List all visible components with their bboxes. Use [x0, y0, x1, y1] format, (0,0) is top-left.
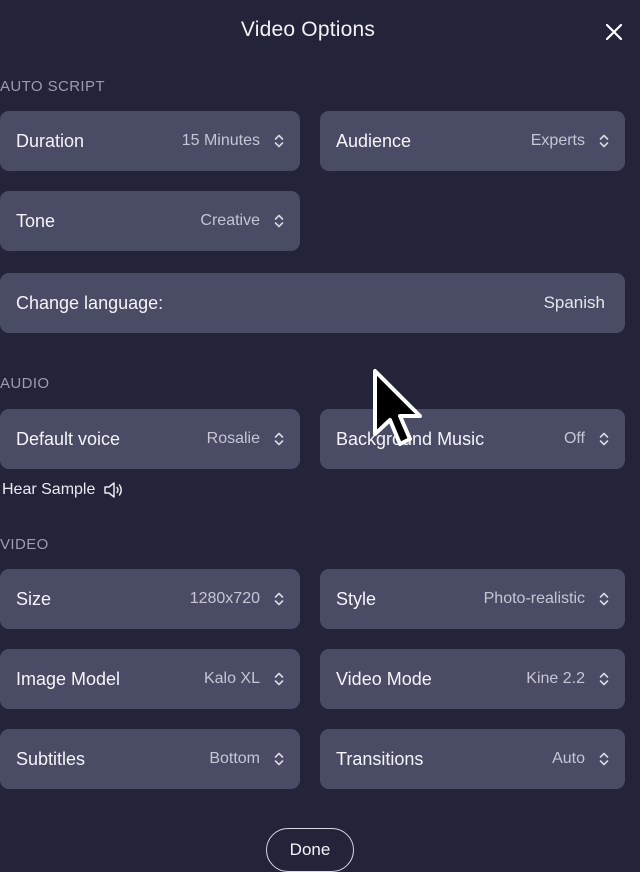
section-auto-script: AUTO SCRIPT	[0, 78, 105, 95]
transitions-select[interactable]: Transitions Auto	[320, 729, 625, 789]
tone-label: Tone	[16, 210, 56, 231]
background-music-value: Off	[563, 430, 585, 447]
video-mode-select[interactable]: Video Mode Kine 2.2	[320, 649, 625, 709]
size-select[interactable]: Size 1280x720	[0, 569, 300, 629]
background-music-select[interactable]: Background Music Off	[320, 409, 625, 469]
chevron-up-down-icon	[274, 432, 284, 446]
video-mode-value: Kine 2.2	[526, 670, 585, 687]
image-model-value: Kalo XL	[203, 670, 260, 687]
duration-label: Duration	[16, 130, 85, 151]
change-language-field[interactable]: Change language: Spanish	[0, 273, 625, 333]
subtitles-select[interactable]: Subtitles Bottom	[0, 729, 300, 789]
chevron-up-down-icon	[599, 752, 609, 766]
chevron-up-down-icon	[274, 134, 284, 148]
section-video: VIDEO	[0, 536, 49, 553]
chevron-up-down-icon	[274, 592, 284, 606]
done-button[interactable]: Done	[266, 828, 354, 872]
close-icon[interactable]	[602, 20, 626, 44]
dialog-title: Video Options	[240, 18, 376, 41]
audience-select[interactable]: Audience Experts	[320, 111, 625, 171]
mouse-pointer-icon	[373, 369, 422, 446]
audience-label: Audience	[336, 130, 412, 151]
speaker-icon	[104, 482, 123, 498]
style-select[interactable]: Style Photo-realistic	[320, 569, 625, 629]
style-value: Photo-realistic	[483, 590, 585, 607]
change-language-label: Change language:	[16, 292, 164, 313]
chevron-up-down-icon	[274, 672, 284, 686]
chevron-up-down-icon	[599, 592, 609, 606]
chevron-up-down-icon	[599, 432, 609, 446]
transitions-value: Auto	[552, 750, 585, 767]
size-label: Size	[16, 588, 52, 609]
default-voice-value: Rosalie	[206, 430, 260, 447]
chevron-up-down-icon	[599, 134, 609, 148]
subtitles-label: Subtitles	[16, 748, 86, 769]
style-label: Style	[336, 588, 377, 609]
hear-sample-link[interactable]: Hear Sample	[2, 480, 125, 500]
default-voice-select[interactable]: Default voice Rosalie	[0, 409, 300, 469]
chevron-up-down-icon	[599, 672, 609, 686]
hear-sample-label: Hear Sample	[2, 481, 96, 498]
audience-value: Experts	[530, 132, 585, 149]
image-model-label: Image Model	[16, 668, 121, 689]
transitions-label: Transitions	[336, 748, 424, 769]
video-mode-label: Video Mode	[336, 668, 432, 689]
tone-value: Creative	[200, 212, 260, 229]
default-voice-label: Default voice	[16, 428, 121, 449]
tone-select[interactable]: Tone Creative	[0, 191, 300, 251]
chevron-up-down-icon	[274, 214, 284, 228]
size-value: 1280x720	[189, 590, 260, 607]
section-audio: AUDIO	[0, 375, 50, 392]
language-value: Spanish	[543, 293, 605, 312]
subtitles-value: Bottom	[209, 750, 260, 767]
chevron-up-down-icon	[274, 752, 284, 766]
duration-value: 15 Minutes	[181, 132, 260, 149]
image-model-select[interactable]: Image Model Kalo XL	[0, 649, 300, 709]
duration-select[interactable]: Duration 15 Minutes	[0, 111, 300, 171]
